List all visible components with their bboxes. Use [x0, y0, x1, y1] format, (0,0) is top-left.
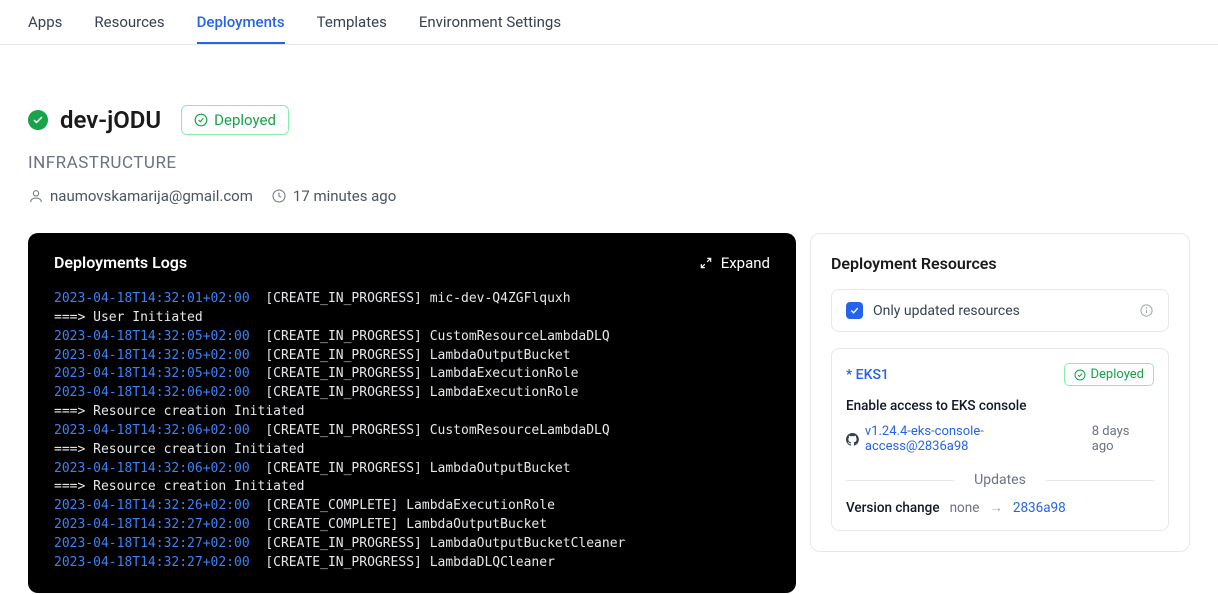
arrow-right-icon: → — [989, 500, 1003, 516]
log-line: 2023-04-18T14:32:06+02:00 [CREATE_IN_PRO… — [54, 384, 770, 403]
log-line: 2023-04-18T14:32:05+02:00 [CREATE_IN_PRO… — [54, 328, 770, 347]
author-meta: naumovskamarija@gmail.com — [28, 187, 253, 205]
log-lines: 2023-04-18T14:32:01+02:00 [CREATE_IN_PRO… — [54, 290, 770, 573]
log-line: 2023-04-18T14:32:27+02:00 [CREATE_COMPLE… — [54, 516, 770, 535]
updates-divider: Updates — [846, 472, 1154, 488]
log-line: 2023-04-18T14:32:06+02:00 [CREATE_IN_PRO… — [54, 422, 770, 441]
log-subline: ===> Resource creation Initiated — [54, 403, 770, 422]
status-check-icon — [28, 110, 48, 130]
filter-checkbox-row[interactable]: Only updated resources — [831, 289, 1169, 332]
nav-tab-apps[interactable]: Apps — [28, 1, 62, 43]
deployment-header: dev-jODU Deployed — [28, 105, 1190, 135]
info-icon[interactable] — [1139, 303, 1154, 318]
resources-title: Deployment Resources — [831, 254, 1169, 273]
log-subline: ===> Resource creation Initiated — [54, 441, 770, 460]
status-badge: Deployed — [181, 105, 289, 135]
version-change-label: Version change — [846, 500, 940, 516]
resource-version-link[interactable]: v1.24.4-eks-console-access@2836a98 — [865, 424, 1086, 454]
time-meta: 17 minutes ago — [271, 187, 396, 205]
log-line: 2023-04-18T14:32:05+02:00 [CREATE_IN_PRO… — [54, 347, 770, 366]
resources-panel: Deployment Resources Only updated resour… — [810, 233, 1190, 552]
logs-title: Deployments Logs — [54, 253, 187, 272]
user-icon — [28, 188, 44, 204]
log-line: 2023-04-18T14:32:26+02:00 [CREATE_COMPLE… — [54, 497, 770, 516]
nav-tab-deployments[interactable]: Deployments — [197, 1, 285, 43]
version-change-row: Version change none → 2836a98 — [846, 500, 1154, 516]
status-badge-label: Deployed — [214, 111, 276, 129]
github-icon — [846, 433, 859, 446]
category-label: INFRASTRUCTURE — [28, 153, 1190, 173]
author-email: naumovskamarija@gmail.com — [50, 187, 253, 205]
resource-name-link[interactable]: * EKS1 — [846, 367, 889, 383]
log-subline: ===> Resource creation Initiated — [54, 478, 770, 497]
nav-tab-resources[interactable]: Resources — [94, 1, 164, 43]
log-line: 2023-04-18T14:32:05+02:00 [CREATE_IN_PRO… — [54, 365, 770, 384]
log-line: 2023-04-18T14:32:06+02:00 [CREATE_IN_PRO… — [54, 460, 770, 479]
expand-button[interactable]: Expand — [699, 254, 770, 272]
resource-description: Enable access to EKS console — [846, 398, 1154, 414]
version-to-link[interactable]: 2836a98 — [1013, 500, 1066, 516]
logs-panel: Deployments Logs Expand 2023-04-18T14:32… — [28, 233, 796, 593]
log-line: 2023-04-18T14:32:27+02:00 [CREATE_IN_PRO… — [54, 535, 770, 554]
nav-tab-templates[interactable]: Templates — [317, 1, 387, 43]
log-line: 2023-04-18T14:32:01+02:00 [CREATE_IN_PRO… — [54, 290, 770, 309]
expand-icon — [699, 256, 713, 270]
resource-status-badge: Deployed — [1064, 363, 1155, 386]
expand-label: Expand — [721, 254, 770, 272]
resource-time: 8 days ago — [1092, 424, 1154, 454]
deployment-name: dev-jODU — [60, 106, 161, 134]
time-label: 17 minutes ago — [293, 187, 396, 205]
log-subline: ===> User Initiated — [54, 309, 770, 328]
version-from: none — [950, 500, 980, 516]
top-nav: Apps Resources Deployments Templates Environ… — [0, 0, 1218, 45]
checkbox-checked-icon — [846, 302, 863, 319]
log-line: 2023-04-18T14:32:27+02:00 [CREATE_IN_PRO… — [54, 554, 770, 573]
filter-label: Only updated resources — [873, 303, 1129, 319]
clock-icon — [271, 188, 287, 204]
resource-card: * EKS1 Deployed Enable access to EKS con… — [831, 348, 1169, 531]
nav-tab-environment-settings[interactable]: Environment Settings — [419, 1, 561, 43]
